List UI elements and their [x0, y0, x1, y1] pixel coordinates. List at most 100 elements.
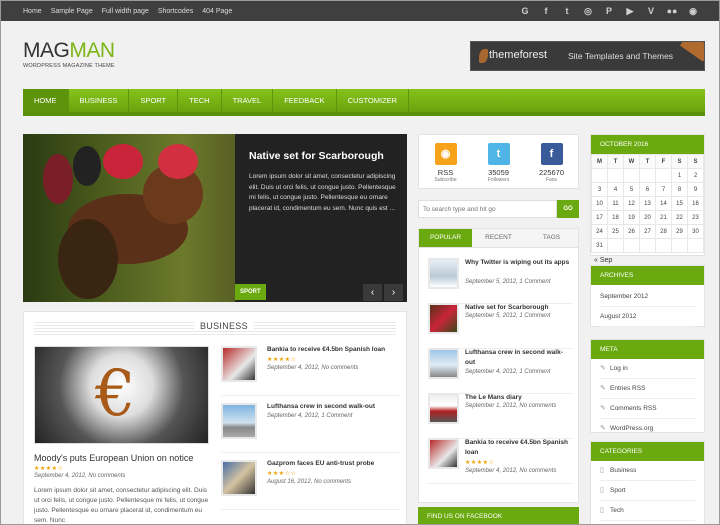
- search-input[interactable]: [418, 200, 557, 218]
- euro-feature-image[interactable]: €: [34, 346, 209, 444]
- post-thumbnail[interactable]: [428, 438, 459, 469]
- nav-item-feedback[interactable]: FEEDBACK: [273, 89, 337, 112]
- list-item[interactable]: Lufthansa crew in second walk-out Septemb…: [221, 403, 399, 453]
- twitter-icon[interactable]: t: [561, 4, 573, 18]
- top-nav-404[interactable]: 404 Page: [202, 8, 232, 15]
- post-meta: September 4, 2012, 1 Comment: [267, 413, 353, 419]
- rss-icon[interactable]: ◉: [687, 4, 699, 18]
- themeforest-banner[interactable]: themeforest Site Templates and Themes: [470, 41, 705, 71]
- dribbble-icon[interactable]: ◎: [582, 4, 594, 18]
- top-nav-full-width[interactable]: Full width page: [102, 8, 149, 15]
- feature-excerpt: Lorem ipsum dolor sit amet, consectetur …: [34, 487, 209, 524]
- categories-item[interactable]: ▯ Tech: [600, 501, 695, 521]
- post-title[interactable]: Bankia to receive €4.5bn Spanish loan: [267, 346, 385, 353]
- badge-icon: [679, 42, 704, 62]
- meta-item[interactable]: ✎ WordPress.org: [600, 419, 695, 439]
- calendar-day: 29: [671, 224, 688, 239]
- list-item[interactable]: The Le Mans diary September 1, 2012, No c…: [428, 393, 573, 439]
- facebook-icon: f: [540, 143, 563, 165]
- nav-item-customizer[interactable]: CUSTOMIZER: [337, 89, 410, 112]
- calendar-day: 7: [655, 182, 672, 197]
- pinterest-icon[interactable]: P: [603, 4, 615, 18]
- calendar-day: 6: [639, 182, 656, 197]
- facebook-icon[interactable]: f: [540, 4, 552, 18]
- post-title[interactable]: Gazprom faces EU anti-trust probe: [267, 460, 374, 467]
- nav-item-travel[interactable]: TRAVEL: [222, 89, 274, 112]
- feature-title[interactable]: Moody's puts European Union on notice: [34, 453, 193, 463]
- post-meta: September 1, 2012, No comments: [465, 403, 557, 409]
- top-nav-sample-page[interactable]: Sample Page: [51, 8, 93, 15]
- calendar-day: [591, 168, 608, 183]
- search-go-button[interactable]: GO: [557, 200, 579, 218]
- calendar-day: 18: [607, 210, 624, 225]
- main-nav: HOME BUSINESS SPORT TECH TRAVEL FEEDBACK CUSTO…: [23, 89, 705, 116]
- weekday-label: W: [623, 154, 640, 169]
- counter-subscribe[interactable]: ◉ RSS Subscribe: [419, 135, 472, 188]
- post-thumbnail[interactable]: [221, 460, 257, 496]
- archives-title: ARCHIVES: [591, 266, 704, 285]
- list-item[interactable]: Bankia to receive €4.5bn Spanish loan ★★★…: [428, 438, 573, 484]
- top-nav-home[interactable]: Home: [23, 8, 42, 15]
- slider-category-tag[interactable]: SPORT: [235, 284, 266, 300]
- calendar-day: 5: [623, 182, 640, 197]
- post-title[interactable]: Native set for Scarborough: [465, 303, 570, 313]
- chevron-right-icon[interactable]: ›: [384, 284, 403, 301]
- slider-title[interactable]: Native set for Scarborough: [249, 150, 384, 162]
- meta-item[interactable]: ✎ Comments RSS: [600, 399, 695, 419]
- meta-item[interactable]: ✎ Entries RSS: [600, 379, 695, 399]
- categories-item[interactable]: ▯ Business: [600, 461, 695, 481]
- list-item[interactable]: Lufthansa crew in second walk-out Septemb…: [428, 348, 573, 394]
- tab-tags[interactable]: TAGS: [525, 229, 578, 247]
- post-title[interactable]: Why Twitter is wiping out its apps: [465, 258, 570, 268]
- post-title[interactable]: Bankia to receive €4.5bn Spanish loan: [465, 438, 570, 457]
- tab-popular[interactable]: POPULAR: [419, 229, 472, 247]
- youtube-icon[interactable]: ▶: [624, 4, 636, 18]
- post-thumbnail[interactable]: [428, 348, 459, 379]
- google-icon[interactable]: G: [519, 4, 531, 18]
- list-item[interactable]: Why Twitter is wiping out its apps Septem…: [428, 258, 573, 304]
- calendar-day: 25: [607, 224, 624, 239]
- slider-text: Lorem ipsum dolor sit amet, consectetur …: [249, 173, 396, 212]
- calendar-day: 13: [639, 196, 656, 211]
- counter-label: Subscribe: [434, 177, 457, 183]
- post-thumbnail[interactable]: [428, 393, 459, 424]
- list-item[interactable]: Gazprom faces EU anti-trust probe ★★★☆☆ Au…: [221, 460, 399, 510]
- nav-item-business[interactable]: BUSINESS: [69, 89, 130, 112]
- chevron-left-icon[interactable]: ‹: [363, 284, 382, 301]
- rating-stars: ★★★☆☆: [267, 471, 297, 477]
- calendar-table: M T W T F S S 1 2 3 4 5 6 7 8 9 10 11 12 13 14 15 16 17 18 19 20 21…: [591, 154, 704, 253]
- post-title[interactable]: Lufthansa crew in second walk-out: [465, 348, 570, 367]
- archives-item[interactable]: September 2012: [600, 287, 695, 307]
- rating-stars: ★★★★☆: [34, 466, 64, 472]
- calendar-day: 28: [655, 224, 672, 239]
- archives-item[interactable]: August 2012: [600, 307, 695, 327]
- list-item[interactable]: Bankia to receive €4.5bn Spanish loan ★★★…: [221, 346, 399, 396]
- post-title[interactable]: The Le Mans diary: [465, 393, 570, 403]
- weekday-label: S: [671, 154, 688, 169]
- meta-item-label: Entries RSS: [610, 385, 646, 392]
- top-nav-shortcodes[interactable]: Shortcodes: [158, 8, 193, 15]
- list-item[interactable]: Native set for Scarborough September 5, 2…: [428, 303, 573, 349]
- nav-item-tech[interactable]: TECH: [178, 89, 222, 112]
- post-thumbnail[interactable]: [221, 403, 257, 439]
- nav-item-home[interactable]: HOME: [23, 89, 69, 112]
- post-title[interactable]: Lufthansa crew in second walk-out: [267, 403, 375, 410]
- post-thumbnail[interactable]: [221, 346, 257, 382]
- business-section: BUSINESS € Moody's puts European Union o…: [23, 311, 407, 524]
- top-nav: Home Sample Page Full width page Shortco…: [23, 1, 232, 21]
- flickr-icon[interactable]: ●●: [666, 4, 678, 18]
- nav-item-sport[interactable]: SPORT: [129, 89, 179, 112]
- meta-item[interactable]: ✎ Log in: [600, 359, 695, 379]
- site-logo[interactable]: MAGMAN WORDPRESS MAGAZINE THEME: [23, 40, 115, 70]
- post-thumbnail[interactable]: [428, 258, 459, 289]
- counter-followers[interactable]: t 35059 Followers: [472, 135, 525, 188]
- counter-fans[interactable]: f 225670 Fans: [525, 135, 578, 188]
- calendar-day: 26: [623, 224, 640, 239]
- categories-item[interactable]: ▯Travel: [600, 521, 695, 524]
- featured-slider[interactable]: Native set for Scarborough Lorem ipsum d…: [23, 134, 407, 302]
- categories-item[interactable]: ▯ Sport: [600, 481, 695, 501]
- vimeo-icon[interactable]: V: [645, 4, 657, 18]
- widget-tabs: POPULAR RECENT TAGS: [418, 228, 579, 248]
- post-thumbnail[interactable]: [428, 303, 459, 334]
- tab-recent[interactable]: RECENT: [472, 229, 525, 247]
